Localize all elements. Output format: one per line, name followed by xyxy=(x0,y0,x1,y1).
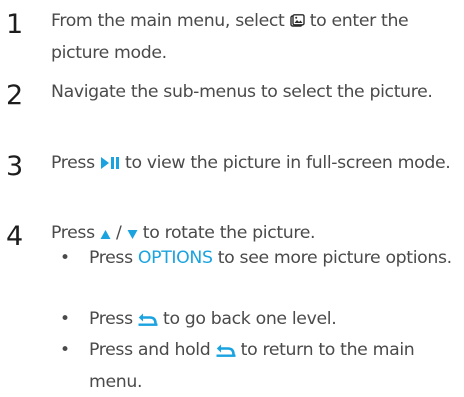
step-number: 2 xyxy=(6,80,24,111)
options-keyword: OPTIONS xyxy=(137,248,213,268)
bullet-text-before: Press and hold xyxy=(89,340,216,360)
bullet-dot: • xyxy=(60,248,71,268)
step-text: Navigate the sub-menus to select the pic… xyxy=(51,82,433,102)
play-pause-icon xyxy=(100,150,120,180)
bullet-text-before: Press xyxy=(89,248,138,268)
bullet-text-after: to go back one level. xyxy=(157,309,337,329)
step-text-before: Press xyxy=(51,223,100,243)
step-text-before: Press xyxy=(51,153,100,173)
step-number: 1 xyxy=(6,9,24,40)
bullet-dot: • xyxy=(60,309,71,329)
step-number: 4 xyxy=(6,221,24,252)
bullet-text-before: Press xyxy=(89,309,138,329)
step-text: Press to view the picture in full-screen… xyxy=(51,148,456,180)
back-arrow-icon xyxy=(216,337,236,367)
back-arrow-icon xyxy=(138,306,158,336)
bullet-text-after: to see more picture options. xyxy=(212,248,452,268)
separator: / xyxy=(110,223,127,243)
picture-mode-icon xyxy=(289,8,305,38)
step-text-before: From the main menu, select xyxy=(51,11,290,31)
step-text-after: to view the picture in full-screen mode. xyxy=(119,153,451,173)
step-number: 3 xyxy=(6,151,24,182)
step-text-after: to rotate the picture. xyxy=(137,223,316,243)
bullet-text: Press to go back one level. xyxy=(89,304,459,336)
bullet-dot: • xyxy=(60,340,71,360)
step-text: From the main menu, select to enter the … xyxy=(51,6,456,68)
instruction-page: 1 From the main menu, select to enter th… xyxy=(0,0,464,393)
bullet-text: Press OPTIONS to see more picture option… xyxy=(89,243,459,273)
bullet-text: Press and hold to return to the main men… xyxy=(89,335,459,397)
